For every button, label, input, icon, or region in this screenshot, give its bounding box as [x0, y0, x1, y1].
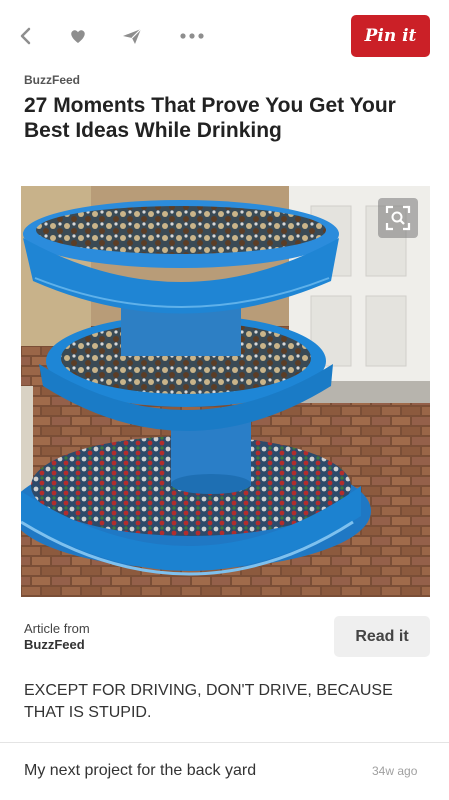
top-bar: Pin it	[0, 0, 449, 70]
article-from-label: Article from	[24, 621, 90, 636]
divider	[0, 742, 449, 743]
pin-title: 27 Moments That Prove You Get Your Best …	[24, 94, 396, 142]
pin-source[interactable]: BuzzFeed	[24, 73, 80, 87]
pin-it-button[interactable]: Pin it	[351, 15, 430, 57]
comment-text: My next project for the back yard	[24, 762, 257, 779]
chevron-left-icon[interactable]	[12, 22, 40, 50]
more-dots-icon[interactable]	[178, 22, 206, 50]
heart-icon[interactable]	[64, 22, 92, 50]
pin-description: EXCEPT FOR DRIVING, DON'T DRIVE, BECAUSE…	[24, 682, 393, 721]
comment-time: 34w ago	[372, 764, 418, 778]
send-icon[interactable]	[118, 22, 146, 50]
pin-photo[interactable]	[21, 186, 430, 597]
read-it-button[interactable]: Read it	[334, 616, 430, 657]
zoom-icon[interactable]	[378, 198, 418, 238]
article-source[interactable]: BuzzFeed	[24, 637, 85, 652]
photo-illustration	[21, 186, 430, 597]
